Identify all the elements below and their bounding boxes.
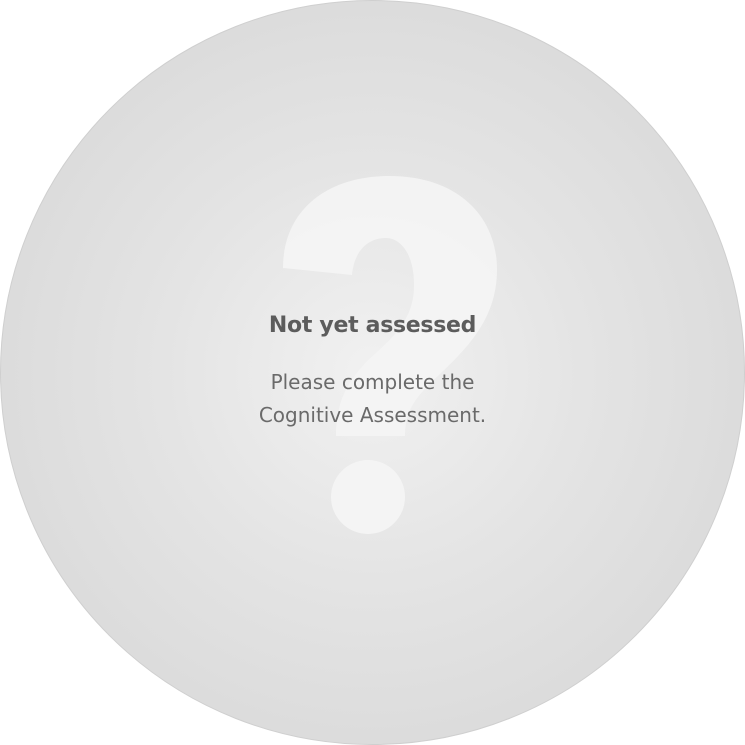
- status-message-line: Please complete the: [270, 370, 475, 394]
- assessment-status-panel: Not yet assessed Please complete the Cog…: [0, 0, 745, 745]
- status-message: Please complete the Cognitive Assessment…: [0, 366, 745, 432]
- status-title: Not yet assessed: [268, 313, 477, 338]
- status-message-line: Cognitive Assessment.: [258, 403, 487, 427]
- status-text-block: Not yet assessed Please complete the Cog…: [0, 308, 745, 432]
